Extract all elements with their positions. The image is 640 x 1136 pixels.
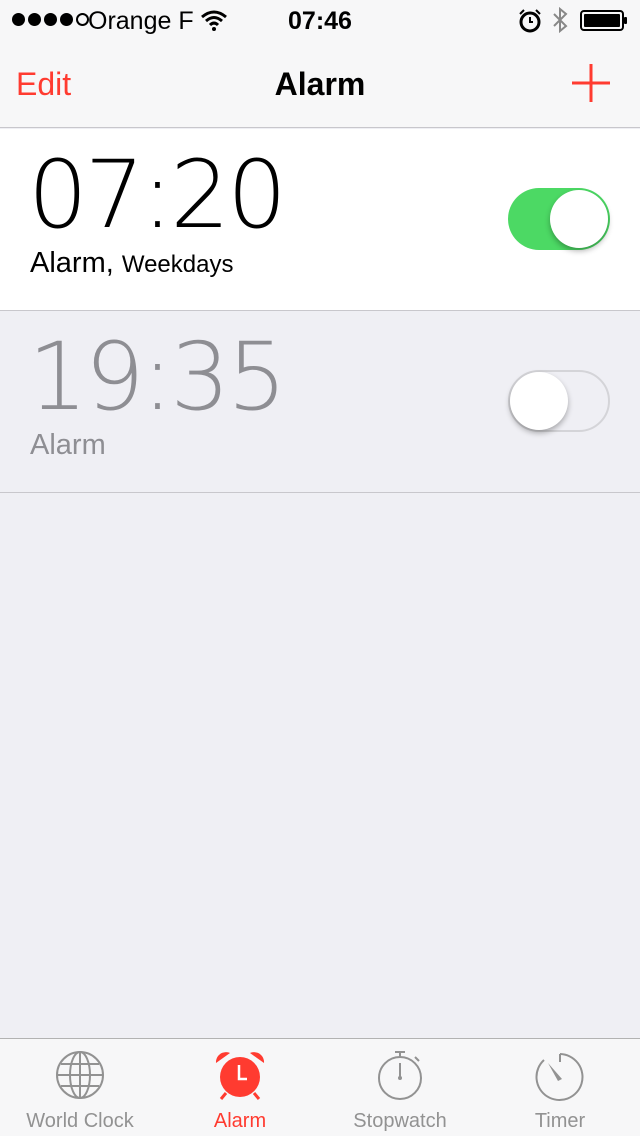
- tab-timer[interactable]: Timer: [480, 1039, 640, 1136]
- alarm-label: Alarm: [30, 429, 106, 461]
- tab-label: Alarm: [213, 1110, 267, 1132]
- alarm-time: 19:35: [28, 323, 287, 432]
- tab-label: World Clock: [26, 1110, 134, 1132]
- alarm-clock-icon: [519, 9, 541, 33]
- tab-stopwatch[interactable]: Stopwatch: [320, 1039, 480, 1136]
- tab-world-clock[interactable]: World Clock: [0, 1039, 160, 1136]
- navigation-bar: Edit Alarm: [0, 40, 640, 128]
- alarm-row[interactable]: 19:35 Alarm: [0, 311, 640, 493]
- stopwatch-icon: [378, 1051, 422, 1100]
- bluetooth-icon: [553, 7, 568, 33]
- toggle-knob: [550, 190, 608, 248]
- alarm-clock-icon: [215, 1052, 265, 1100]
- alarm-label-group: Alarm: [30, 429, 106, 462]
- toggle-knob: [510, 372, 568, 430]
- alarm-label-group: Alarm, Weekdays: [30, 247, 233, 280]
- alarm-label: Alarm,: [30, 247, 114, 279]
- tab-alarm[interactable]: Alarm: [160, 1039, 320, 1136]
- status-bar: Orange F 07:46: [0, 0, 640, 40]
- tab-bar: World Clock Alarm Stopwatch Timer: [0, 1038, 640, 1136]
- alarm-toggle[interactable]: [508, 188, 610, 250]
- alarm-toggle[interactable]: [508, 370, 610, 432]
- timer-icon: [535, 1053, 584, 1101]
- tab-label: Timer: [534, 1110, 586, 1132]
- globe-icon: [56, 1051, 104, 1099]
- plus-icon[interactable]: [570, 62, 612, 104]
- battery-icon: [580, 10, 627, 31]
- page-title: Alarm: [274, 66, 366, 102]
- alarm-row[interactable]: 07:20 Alarm, Weekdays: [0, 129, 640, 311]
- alarm-time: 07:20: [28, 141, 287, 250]
- clock-app-screen: Orange F 07:46 Edit Alarm 07:20 Alarm, W…: [0, 0, 640, 1136]
- status-time: 07:46: [288, 7, 352, 35]
- alarm-repeat: Weekdays: [121, 251, 234, 278]
- tab-label: Stopwatch: [353, 1110, 447, 1132]
